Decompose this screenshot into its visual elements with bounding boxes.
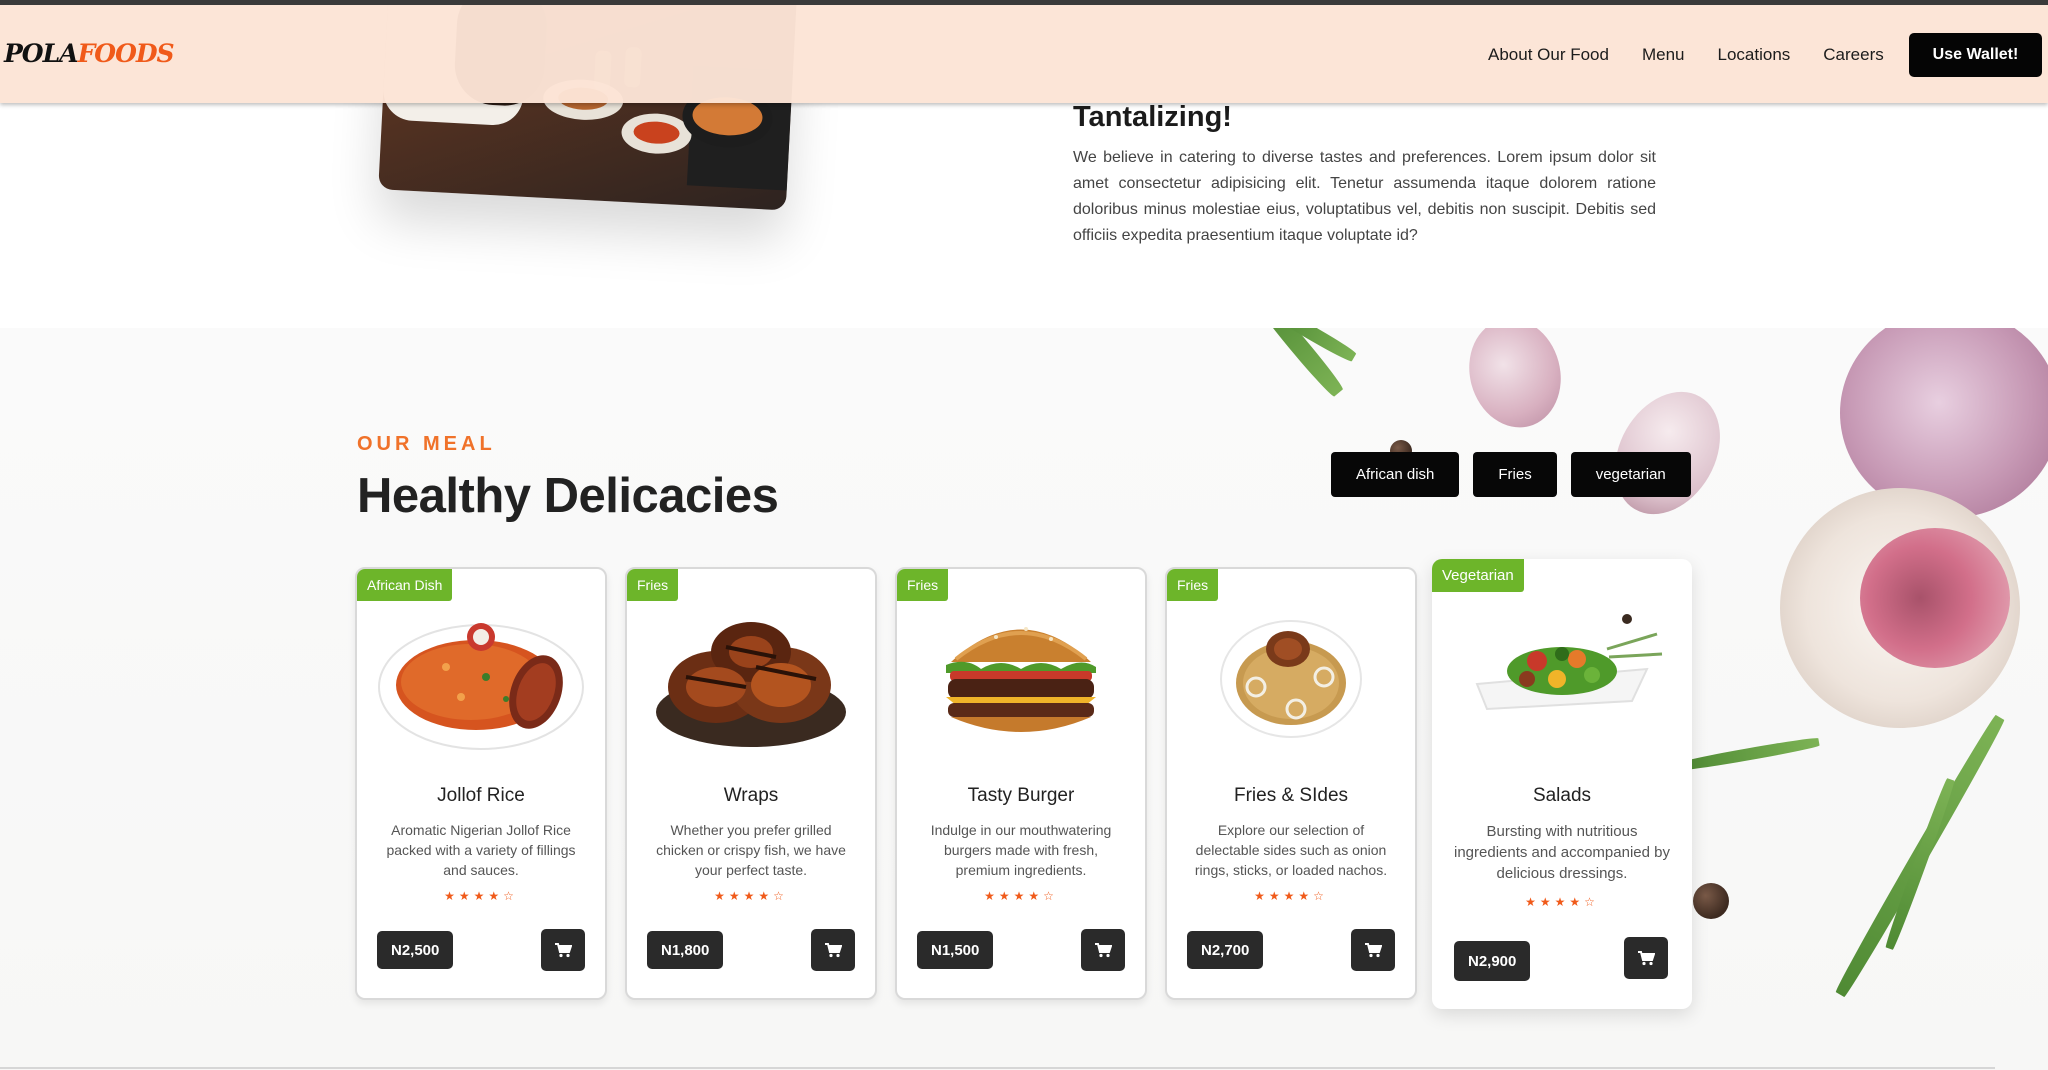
meal-card-fries-sides[interactable]: Fries Fries & SIdes Explore our selectio… bbox=[1165, 567, 1417, 1000]
rating-stars: ★★★★☆ bbox=[444, 889, 518, 903]
rating-stars: ★★★★☆ bbox=[1525, 895, 1599, 909]
price-badge: N2,500 bbox=[377, 931, 454, 969]
shopping-cart-icon bbox=[825, 943, 842, 958]
price-badge: N1,800 bbox=[647, 931, 724, 969]
category-tag: Vegetarian bbox=[1432, 559, 1524, 592]
price-badge: N2,700 bbox=[1187, 931, 1264, 969]
section-kicker: OUR MEAL bbox=[357, 433, 496, 455]
salad-dish-icon bbox=[1475, 614, 1663, 711]
filter-buttons: African dish Fries vegetarian bbox=[1331, 452, 1691, 497]
category-tag: Fries bbox=[627, 569, 679, 601]
meal-description: Bursting with nutritious ingredients and… bbox=[1454, 823, 1670, 882]
garlic-decoration bbox=[1457, 328, 1573, 438]
meal-card-salads[interactable]: Vegetarian Salads Bursting with nutritio… bbox=[1432, 559, 1692, 1009]
shopping-cart-icon bbox=[1365, 943, 1382, 958]
shopping-cart-icon bbox=[1638, 951, 1655, 966]
meal-description: Indulge in our mouthwatering burgers mad… bbox=[930, 822, 1112, 878]
nav-link-menu[interactable]: Menu bbox=[1642, 45, 1685, 65]
fried-rice-dish-icon bbox=[1220, 620, 1362, 738]
nav-links: About Our Food Menu Locations Careers bbox=[1488, 45, 1917, 65]
category-tag: Fries bbox=[897, 569, 949, 601]
page: 03 Tantalizing! We believe in catering t… bbox=[0, 0, 2048, 1070]
meal-title: Jollof Rice bbox=[437, 785, 525, 806]
meal-title: Wraps bbox=[723, 785, 779, 806]
rating-stars: ★★★★☆ bbox=[984, 889, 1058, 903]
brand-logo[interactable]: POLAFOODS bbox=[4, 39, 175, 68]
nav-link-careers[interactable]: Careers bbox=[1823, 45, 1883, 65]
section-heading: Healthy Delicacies bbox=[357, 469, 779, 523]
meal-title: Fries & SIdes bbox=[1233, 785, 1349, 806]
meal-description: Explore our selection of delectable side… bbox=[1194, 822, 1388, 878]
meal-card-jollof-rice[interactable]: African Dish Jollof Rice Aromatic Nigeri… bbox=[355, 567, 607, 1000]
section-divider bbox=[0, 1067, 1995, 1069]
rating-stars: ★★★★☆ bbox=[1254, 889, 1328, 903]
meal-title: Tasty Burger bbox=[967, 785, 1075, 806]
meal-card-tasty-burger[interactable]: Fries Tasty Burger Indulge in our mouthw… bbox=[895, 567, 1147, 1000]
add-to-cart-button[interactable] bbox=[811, 929, 855, 971]
add-to-cart-button[interactable] bbox=[1624, 937, 1668, 979]
jollof-rice-dish-icon bbox=[378, 623, 584, 750]
use-wallet-button[interactable]: Use Wallet! bbox=[1909, 33, 2042, 77]
price-badge: N2,900 bbox=[1454, 941, 1531, 981]
filter-vegetarian-button[interactable]: vegetarian bbox=[1570, 452, 1691, 497]
rating-stars: ★★★★☆ bbox=[714, 889, 788, 903]
add-to-cart-button[interactable] bbox=[541, 929, 585, 971]
feature-text: We believe in catering to diverse tastes… bbox=[1073, 149, 1656, 244]
filter-african-dish-button[interactable]: African dish bbox=[1331, 452, 1460, 497]
meal-description: Aromatic Nigerian Jollof Rice packed wit… bbox=[386, 822, 576, 878]
navbar: POLAFOODS About Our Food Menu Locations … bbox=[0, 5, 2048, 103]
meal-description: Whether you prefer grilled chicken or cr… bbox=[656, 822, 846, 878]
nav-link-locations[interactable]: Locations bbox=[1718, 45, 1791, 65]
meal-title: Salads bbox=[1532, 785, 1592, 806]
price-badge: N1,500 bbox=[917, 931, 994, 969]
meal-card-wraps[interactable]: Fries Wraps Whether you prefer grilled c… bbox=[625, 567, 877, 1000]
grilled-chicken-dish-icon bbox=[656, 622, 846, 747]
burger-dish-icon bbox=[946, 627, 1096, 732]
category-tag: Fries bbox=[1167, 569, 1219, 601]
feature-title: Tantalizing! bbox=[1073, 101, 1232, 133]
shopping-cart-icon bbox=[1095, 943, 1112, 958]
add-to-cart-button[interactable] bbox=[1351, 929, 1395, 971]
filter-fries-button[interactable]: Fries bbox=[1473, 452, 1557, 497]
shopping-cart-icon bbox=[555, 943, 572, 958]
add-to-cart-button[interactable] bbox=[1081, 929, 1125, 971]
nav-link-about[interactable]: About Our Food bbox=[1488, 45, 1609, 65]
category-tag: African Dish bbox=[357, 569, 453, 601]
